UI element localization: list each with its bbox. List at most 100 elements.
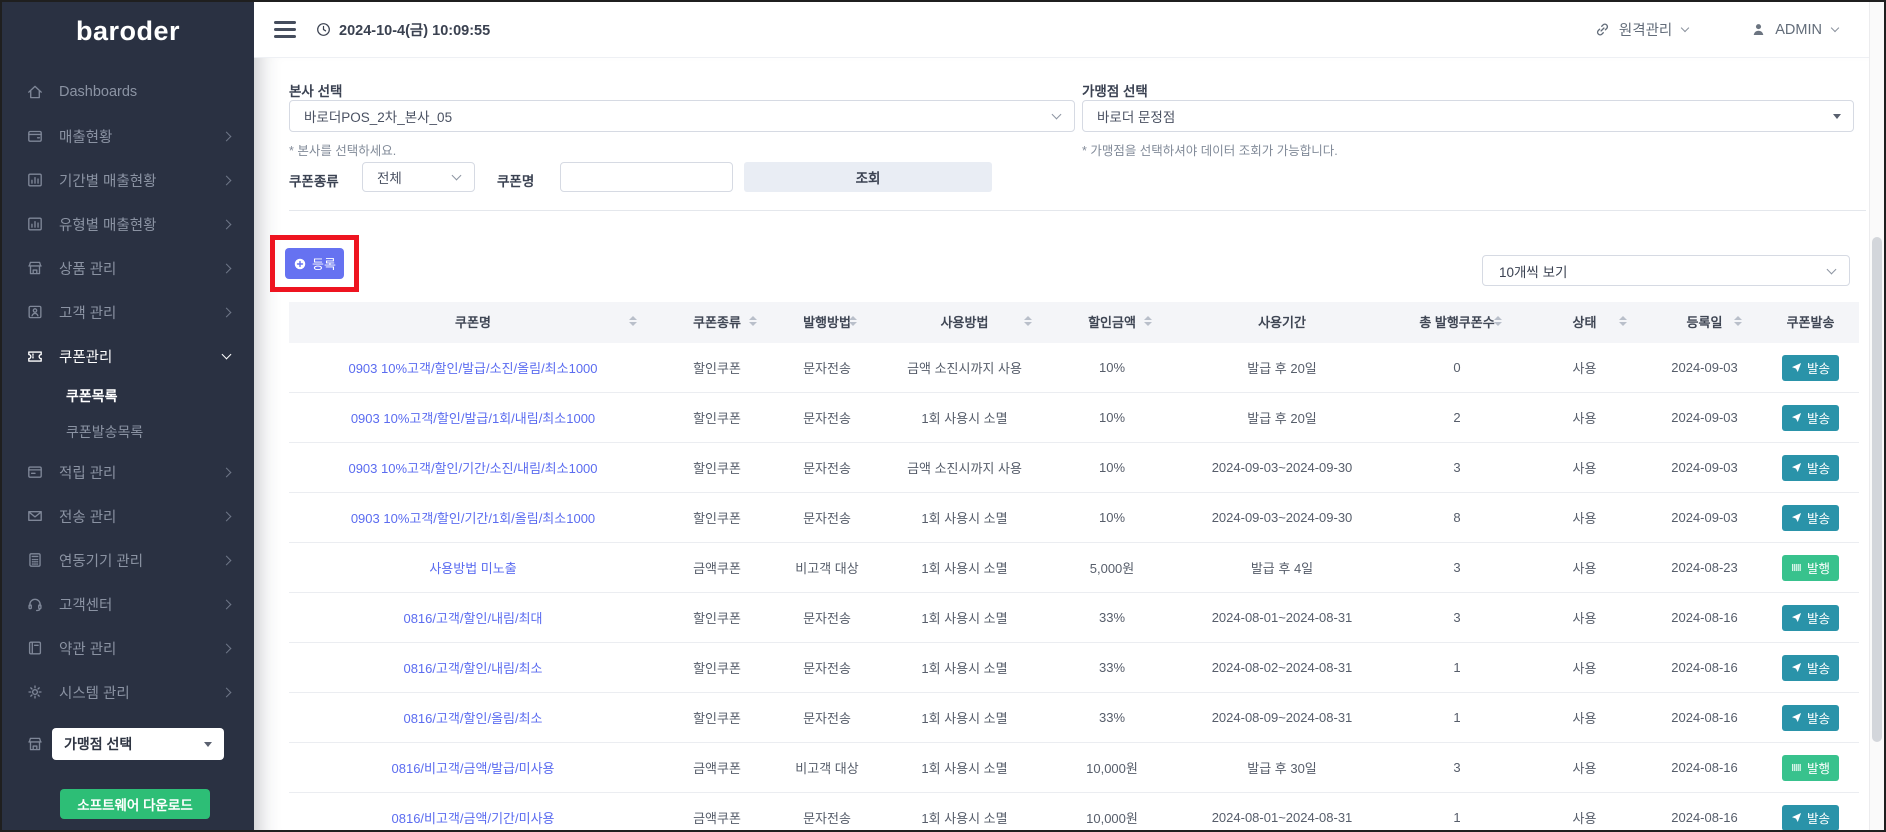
send-coupon-button[interactable]: 발송 — [1782, 355, 1839, 381]
table-row: 0816/고객/할인/내림/최대할인쿠폰문자전송1회 사용시 소멸33%2024… — [289, 593, 1859, 643]
user-icon — [1750, 21, 1767, 38]
sidebar-item-type-sales[interactable]: 유형별 매출현황 — [2, 202, 254, 246]
sidebar-item-sales[interactable]: 매출현황 — [2, 114, 254, 158]
send-coupon-button[interactable]: 발송 — [1782, 455, 1839, 481]
sort-icon[interactable] — [749, 316, 757, 326]
column-header-9[interactable]: 등록일 — [1647, 302, 1762, 343]
sidebar-item-transfer[interactable]: 전송 관리 — [2, 494, 254, 538]
cell-count: 2 — [1392, 410, 1522, 425]
chevron-down-icon — [1681, 23, 1689, 31]
cell-date: 2024-09-03 — [1647, 510, 1762, 525]
sidebar-store-row: 가맹점 선택 — [2, 728, 254, 760]
cell-action: 발송 — [1762, 705, 1859, 731]
branch-quick-select-value: 가맹점 선택 — [64, 734, 132, 754]
column-header-6: 사용기간 — [1172, 302, 1392, 343]
paper-plane-icon — [1791, 812, 1802, 823]
sidebar-item-points[interactable]: 적립 관리 — [2, 450, 254, 494]
column-header-4[interactable]: 사용방법 — [877, 302, 1052, 343]
page-size-value: 10개씩 보기 — [1499, 261, 1567, 281]
coupon-name-link[interactable]: 0903 10%고객/할인/발급/소진/올림/최소1000 — [348, 361, 597, 376]
paper-plane-icon — [1791, 412, 1802, 423]
coupon-name-input[interactable] — [560, 162, 733, 192]
sidebar-subitem-coupon-list[interactable]: 쿠폰목록 — [2, 378, 254, 414]
send-coupon-button[interactable]: 발송 — [1782, 405, 1839, 431]
coupon-name-link[interactable]: 0816/고객/할인/내림/최소 — [403, 661, 542, 676]
send-coupon-button[interactable]: 발송 — [1782, 805, 1839, 831]
sidebar-item-support[interactable]: 고객센터 — [2, 582, 254, 626]
sort-icon[interactable] — [1619, 316, 1627, 326]
clock-icon — [316, 22, 331, 37]
sidebar-item-coupons[interactable]: 쿠폰관리 — [2, 334, 254, 378]
branch-select[interactable]: 바로더 문정점 — [1082, 100, 1854, 132]
remote-manage-menu[interactable]: 원격관리 — [1594, 19, 1688, 40]
send-coupon-button[interactable]: 발송 — [1782, 605, 1839, 631]
menu-toggle-button[interactable] — [274, 21, 296, 38]
sort-icon[interactable] — [1144, 316, 1152, 326]
hq-help-text: * 본사를 선택하세요. — [289, 140, 396, 159]
sort-icon[interactable] — [1734, 316, 1742, 326]
coupon-name-link[interactable]: 0816/비고객/금액/발급/미사용 — [392, 761, 555, 776]
sidebar-item-devices[interactable]: 연동기기 관리 — [2, 538, 254, 582]
cell-method: 문자전송 — [777, 408, 877, 427]
column-header-label: 상태 — [1573, 315, 1597, 330]
cell-name: 0903 10%고객/할인/발급/1회/내림/최소1000 — [289, 408, 657, 427]
coupon-name-link[interactable]: 0816/고객/할인/내림/최대 — [403, 611, 542, 626]
paper-plane-icon — [1791, 662, 1802, 673]
chevron-right-icon — [222, 467, 232, 477]
coupon-name-link[interactable]: 0816/비고객/금액/기간/미사용 — [392, 811, 555, 826]
column-header-1[interactable]: 쿠폰명 — [289, 302, 657, 343]
register-button[interactable]: 등록 — [285, 248, 344, 279]
column-header-8[interactable]: 상태 — [1522, 302, 1647, 343]
vertical-scrollbar[interactable] — [1869, 2, 1884, 830]
sort-icon[interactable] — [849, 316, 857, 326]
coupon-name-link[interactable]: 0903 10%고객/할인/기간/1회/올림/최소1000 — [351, 511, 595, 526]
cell-status: 사용 — [1522, 608, 1647, 627]
cell-date: 2024-08-23 — [1647, 560, 1762, 575]
page-size-select[interactable]: 10개씩 보기 — [1482, 255, 1850, 286]
cell-name: 사용방법 미노출 — [289, 558, 657, 577]
sidebar-subitem-coupon-send-list[interactable]: 쿠폰발송목록 — [2, 414, 254, 450]
table-row: 0816/고객/할인/내림/최소할인쿠폰문자전송1회 사용시 소멸33%2024… — [289, 643, 1859, 693]
column-header-3[interactable]: 발행방법 — [777, 302, 877, 343]
column-header-2[interactable]: 쿠폰종류 — [657, 302, 777, 343]
sidebar-item-terms[interactable]: 약관 관리 — [2, 626, 254, 670]
search-button[interactable]: 조회 — [744, 162, 992, 192]
remote-manage-label: 원격관리 — [1619, 19, 1672, 40]
coupon-name-link[interactable]: 사용방법 미노출 — [429, 561, 516, 576]
cell-type: 할인쿠폰 — [657, 658, 777, 677]
send-coupon-button[interactable]: 발송 — [1782, 655, 1839, 681]
coupon-type-select[interactable]: 전체 — [362, 162, 475, 192]
coupon-name-link[interactable]: 0903 10%고객/할인/발급/1회/내림/최소1000 — [351, 411, 595, 426]
send-coupon-button[interactable]: 발송 — [1782, 705, 1839, 731]
sidebar-item-system[interactable]: 시스템 관리 — [2, 670, 254, 714]
issue-coupon-button[interactable]: 발행 — [1782, 555, 1839, 581]
issue-coupon-button[interactable]: 발행 — [1782, 755, 1839, 781]
coupon-name-link[interactable]: 0816/고객/할인/올림/최소 — [403, 711, 542, 726]
cell-count: 0 — [1392, 360, 1522, 375]
sidebar-nav: Dashboards매출현황기간별 매출현황유형별 매출현황상품 관리고객 관리… — [2, 70, 254, 714]
chevron-right-icon — [222, 555, 232, 565]
wallet-icon — [26, 127, 44, 145]
column-header-5[interactable]: 할인금액 — [1052, 302, 1172, 343]
sidebar-item-customers[interactable]: 고객 관리 — [2, 290, 254, 334]
hq-select[interactable]: 바로더POS_2차_본사_05 — [289, 100, 1075, 132]
branch-quick-select[interactable]: 가맹점 선택 — [52, 728, 224, 760]
topbar: 2024-10-4(금) 10:09:55 원격관리 ADMIN — [254, 2, 1886, 58]
sort-icon[interactable] — [1024, 316, 1032, 326]
sidebar-item-period-sales[interactable]: 기간별 매출현황 — [2, 158, 254, 202]
software-download-button[interactable]: 소프트웨어 다운로드 — [60, 789, 210, 819]
cell-method: 문자전송 — [777, 708, 877, 727]
sort-icon[interactable] — [629, 316, 637, 326]
column-header-7[interactable]: 총 발행쿠폰수 — [1392, 302, 1522, 343]
coupon-name-link[interactable]: 0903 10%고객/할인/기간/소진/내림/최소1000 — [348, 461, 597, 476]
admin-account-menu[interactable]: ADMIN — [1750, 21, 1838, 38]
sidebar-item-dashboards[interactable]: Dashboards — [2, 70, 254, 114]
scrollbar-thumb[interactable] — [1872, 237, 1882, 742]
sidebar-item-products[interactable]: 상품 관리 — [2, 246, 254, 290]
send-coupon-button[interactable]: 발송 — [1782, 505, 1839, 531]
cell-type: 할인쿠폰 — [657, 408, 777, 427]
sidebar-item-label: 쿠폰관리 — [59, 346, 112, 367]
cell-date: 2024-08-16 — [1647, 760, 1762, 775]
sort-icon[interactable] — [1494, 316, 1502, 326]
customer-icon — [26, 303, 44, 321]
